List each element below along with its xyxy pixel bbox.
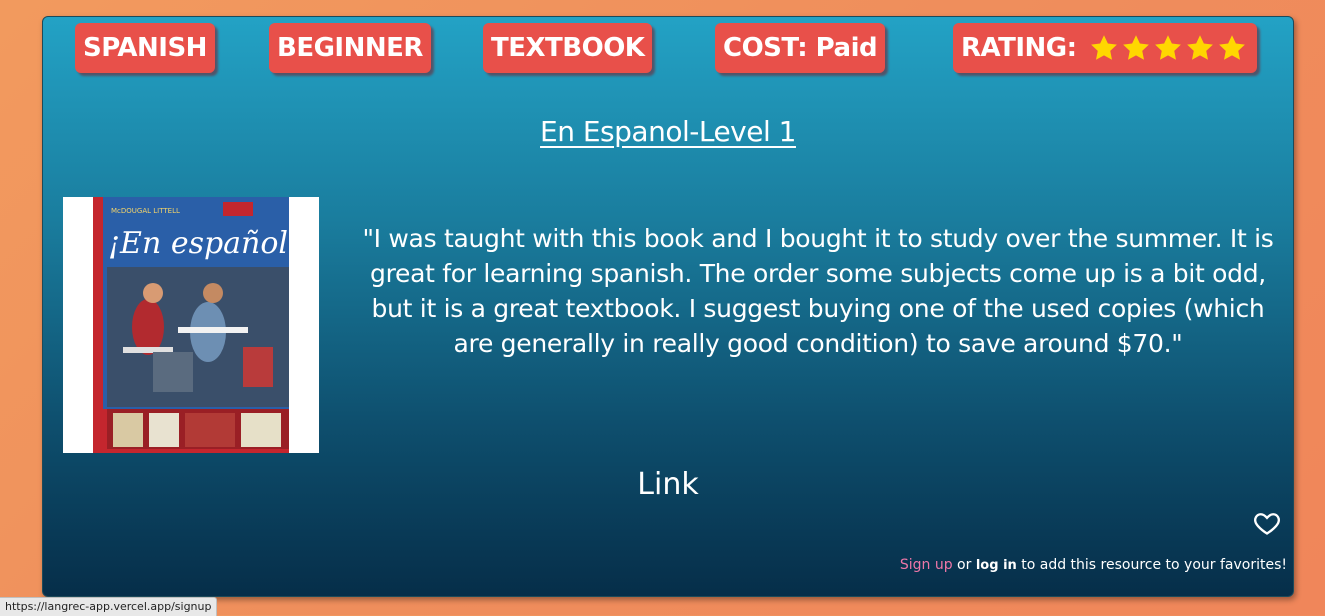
resource-card: SPANISH BEGINNER TEXTBOOK COST: Paid RAT… <box>42 16 1294 597</box>
heart-outline-icon[interactable] <box>1253 509 1281 537</box>
review-text: "I was taught with this book and I bough… <box>362 224 1274 358</box>
rating-stars <box>1089 23 1249 80</box>
cover-title-text: ¡En español! <box>108 226 300 261</box>
level-tag[interactable]: BEGINNER <box>269 23 431 73</box>
star-icon <box>1155 35 1181 60</box>
svg-text:McDOUGAL LITTELL: McDOUGAL LITTELL <box>111 207 180 215</box>
rating-tag[interactable]: RATING: <box>953 23 1258 73</box>
favorites-or-text: or <box>952 557 976 573</box>
browser-status-url: https://langrec-app.vercel.app/signup <box>0 597 218 616</box>
rating-label: RATING: <box>961 33 1077 63</box>
star-icon <box>1123 35 1149 60</box>
star-icon <box>1187 35 1213 60</box>
resource-title[interactable]: En Espanol-Level 1 <box>43 115 1293 148</box>
resource-link[interactable]: Link <box>43 467 1293 502</box>
book-cover-image: McDOUGAL LITTELL ¡En español! <box>63 197 319 453</box>
login-link[interactable]: log in <box>976 558 1017 573</box>
cost-tag[interactable]: COST: Paid <box>715 23 886 73</box>
favorites-suffix-text: to add this resource to your favorites! <box>1016 557 1287 573</box>
type-tag[interactable]: TEXTBOOK <box>483 23 653 73</box>
language-tag[interactable]: SPANISH <box>75 23 215 73</box>
star-icon <box>1091 35 1117 60</box>
signup-link[interactable]: Sign up <box>900 557 953 573</box>
favorites-prompt: Sign up or log in to add this resource t… <box>900 557 1287 573</box>
star-icon <box>1219 35 1245 60</box>
